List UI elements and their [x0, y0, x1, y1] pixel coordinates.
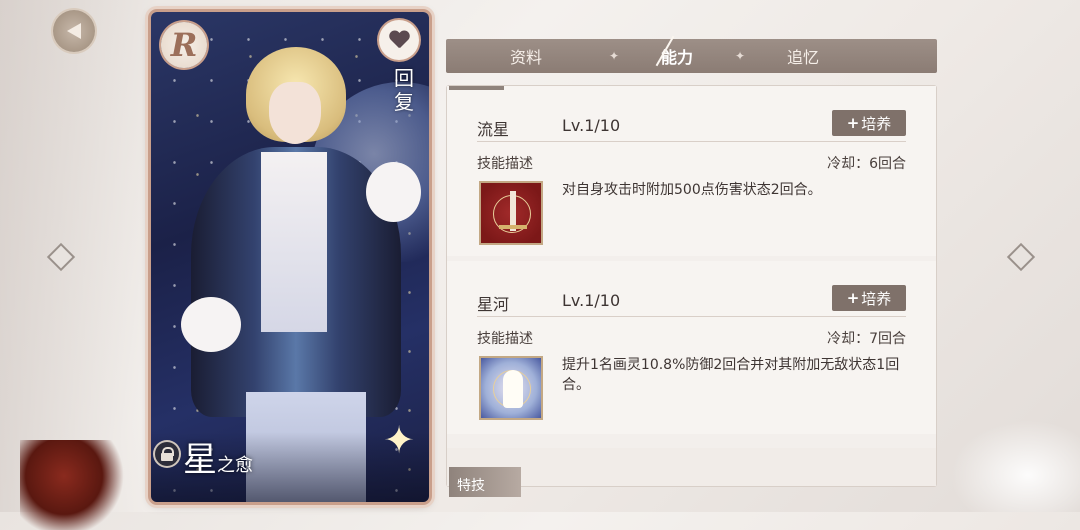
heart-pulse-icon: [379, 20, 419, 60]
divider: [477, 316, 906, 317]
train-button-label: 培养: [861, 114, 892, 133]
previous-card-button[interactable]: [46, 242, 76, 272]
tab-bar: 资料 ✦ 能力 ✦ 追忆: [446, 39, 937, 73]
tab-separator-icon: ✦: [608, 49, 620, 63]
sword-icon[interactable]: [479, 181, 543, 245]
tab-abilities[interactable]: 能力: [622, 44, 732, 68]
skill-cooldown: 冷却：6回合: [827, 156, 906, 172]
trait-tab[interactable]: 特技: [449, 467, 521, 497]
character-shirt: [261, 152, 327, 332]
skill-description: 提升1名画灵10.8%防御2回合并对其附加无敌状态1回合。: [562, 357, 900, 393]
plus-icon: +: [846, 289, 860, 307]
panel-accent: [449, 86, 504, 90]
skill-panel: 流星 Lv.1/10 + 培养 技能描述 冷却：6回合 对自身攻击时附加500点…: [447, 86, 936, 486]
angel-icon[interactable]: [479, 356, 543, 420]
character-left-glove: [181, 297, 241, 352]
tab-memories[interactable]: 追忆: [748, 44, 858, 68]
skill-description-label: 技能描述: [477, 156, 533, 172]
train-button-label: 培养: [861, 289, 892, 308]
tab-separator-icon: ✦: [734, 49, 746, 63]
card-type-label: 回复: [394, 66, 414, 114]
character-card[interactable]: R 回复 星 之愈 ✦: [151, 12, 429, 502]
next-card-button[interactable]: [1006, 242, 1036, 272]
background-haze: [0, 0, 160, 512]
card-name: 星 之愈: [183, 432, 253, 481]
sparkle-icon: ✦: [383, 418, 415, 462]
skill-description: 对自身攻击时附加500点伤害状态2回合。: [562, 182, 822, 198]
skill-name: 星河: [477, 295, 510, 314]
skill-cooldown: 冷却：7回合: [827, 331, 906, 347]
tab-profile[interactable]: 资料: [446, 44, 606, 68]
lock-icon[interactable]: [155, 442, 179, 466]
skill-description-label: 技能描述: [477, 331, 533, 347]
back-arrow-icon: [67, 23, 81, 39]
skill-level: Lv.1/10: [562, 116, 621, 135]
plus-icon: +: [846, 114, 860, 132]
back-button[interactable]: [53, 10, 95, 52]
skill-card: 星河 Lv.1/10 + 培养 技能描述 冷却：7回合 提升1名画灵10.8%防…: [447, 261, 936, 434]
character-face: [269, 82, 321, 144]
right-arrow-icon: [1006, 242, 1036, 272]
character-right-glove: [366, 162, 421, 222]
feather-decoration: [950, 420, 1080, 512]
rose-decoration: [20, 440, 130, 530]
train-button[interactable]: + 培养: [832, 285, 906, 311]
skill-level: Lv.1/10: [562, 291, 621, 310]
card-name-main: 星: [183, 440, 217, 480]
train-button[interactable]: + 培养: [832, 110, 906, 136]
rarity-badge: R: [161, 22, 207, 68]
divider: [477, 141, 906, 142]
skill-name: 流星: [477, 120, 510, 139]
card-name-sub: 之愈: [217, 455, 253, 476]
skill-card: 流星 Lv.1/10 + 培养 技能描述 冷却：6回合 对自身攻击时附加500点…: [447, 86, 936, 256]
left-arrow-icon: [46, 242, 76, 272]
